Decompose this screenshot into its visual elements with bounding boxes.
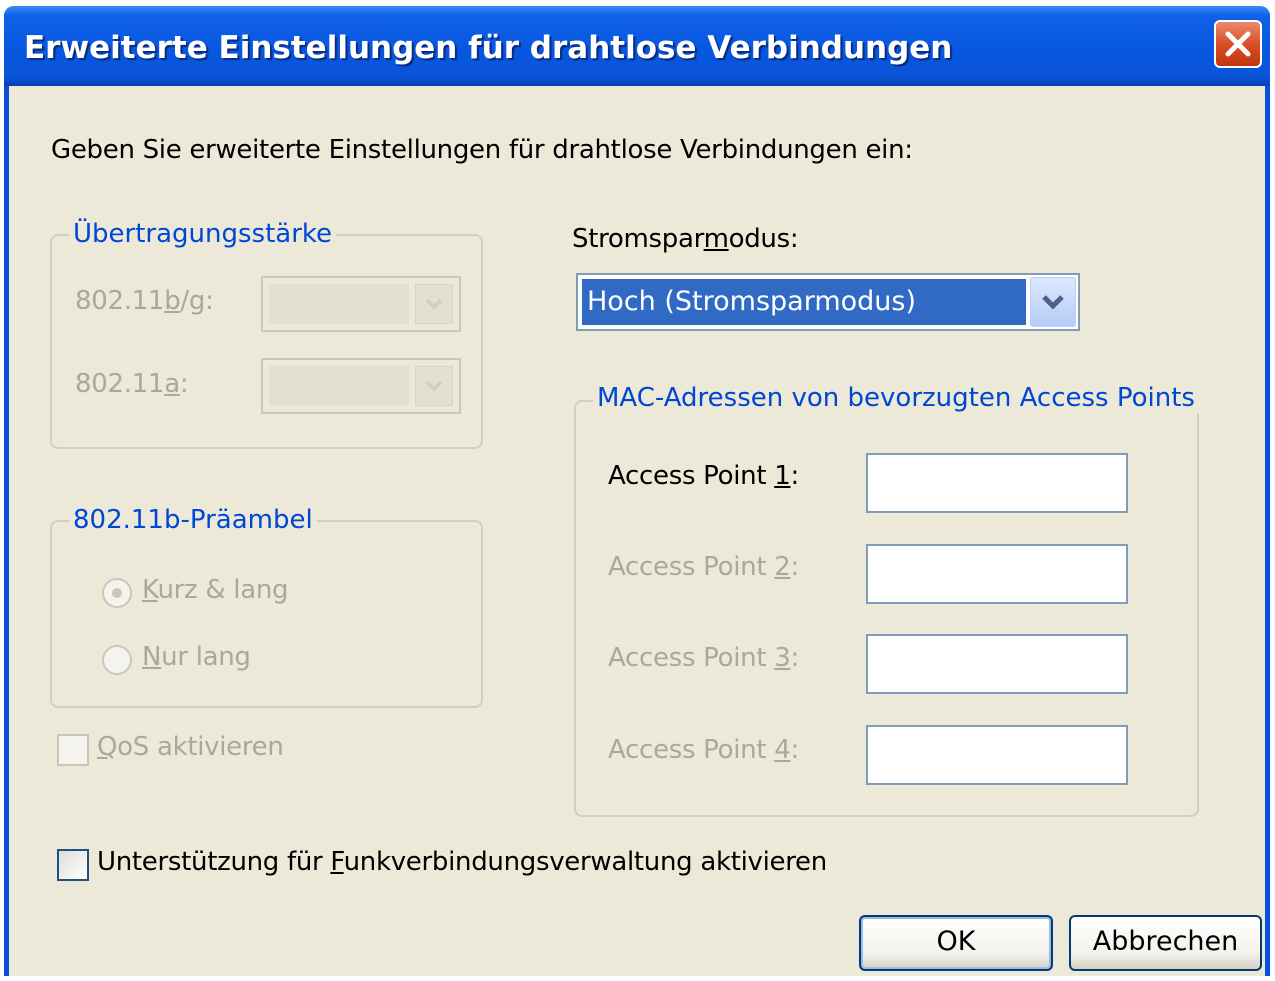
a-power-select[interactable] bbox=[261, 358, 461, 414]
radio-long-only[interactable] bbox=[102, 645, 132, 675]
bg-label: 802.11b/g: bbox=[75, 286, 214, 316]
window-title: Erweiterte Einstellungen für drahtlose V… bbox=[24, 30, 953, 66]
dialog-body: Geben Sie erweiterte Einstellungen für d… bbox=[9, 86, 1265, 976]
chevron-down-icon bbox=[425, 380, 443, 392]
radio-mgmt-label: Unterstützung für Funkverbindungsverwalt… bbox=[97, 847, 827, 877]
radio-mgmt-checkbox[interactable] bbox=[57, 849, 89, 881]
ap2-input[interactable] bbox=[866, 544, 1128, 604]
chevron-down-icon bbox=[425, 298, 443, 310]
transmit-power-legend: Übertragungsstärke bbox=[69, 219, 337, 249]
ap1-input[interactable] bbox=[866, 453, 1128, 513]
radio-long-only-label: Nur lang bbox=[142, 642, 251, 672]
power-saving-select[interactable]: Hoch (Stromsparmodus) bbox=[576, 273, 1080, 331]
qos-label: QoS aktivieren bbox=[97, 732, 284, 762]
ap3-label: Access Point 3: bbox=[608, 643, 799, 673]
ap4-label: Access Point 4: bbox=[608, 735, 799, 765]
close-icon bbox=[1225, 31, 1251, 57]
ap4-input[interactable] bbox=[866, 725, 1128, 785]
dialog-window: Erweiterte Einstellungen für drahtlose V… bbox=[4, 6, 1270, 976]
ap1-label: Access Point 1: bbox=[608, 461, 799, 491]
preamble-group bbox=[50, 520, 483, 708]
chevron-down-icon bbox=[1042, 295, 1064, 310]
power-saving-label: Stromsparmodus: bbox=[572, 224, 799, 254]
power-saving-dropdown-button[interactable] bbox=[1030, 277, 1076, 327]
intro-text: Geben Sie erweiterte Einstellungen für d… bbox=[51, 135, 913, 165]
ap2-label: Access Point 2: bbox=[608, 552, 799, 582]
ok-button[interactable]: OK bbox=[859, 915, 1053, 971]
radio-short-long[interactable] bbox=[102, 578, 132, 608]
cancel-button[interactable]: Abbrechen bbox=[1069, 915, 1262, 971]
transmit-power-group bbox=[50, 234, 483, 449]
qos-checkbox[interactable] bbox=[57, 734, 89, 766]
mac-legend: MAC-Adressen von bevorzugten Access Poin… bbox=[593, 383, 1199, 413]
a-label: 802.11a: bbox=[75, 369, 189, 399]
close-button[interactable] bbox=[1214, 20, 1262, 68]
ap3-input[interactable] bbox=[866, 634, 1128, 694]
radio-short-long-label: Kurz & lang bbox=[142, 575, 289, 605]
power-saving-value: Hoch (Stromsparmodus) bbox=[582, 279, 1026, 325]
bg-power-select[interactable] bbox=[261, 276, 461, 332]
title-bar[interactable]: Erweiterte Einstellungen für drahtlose V… bbox=[4, 6, 1270, 86]
preamble-legend: 802.11b-Präambel bbox=[69, 505, 317, 535]
